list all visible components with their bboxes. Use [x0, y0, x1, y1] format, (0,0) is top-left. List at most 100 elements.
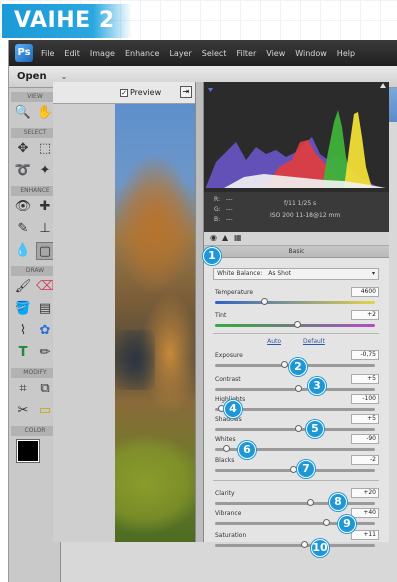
toolbox-section-enhance: ENHANCE — [11, 186, 59, 196]
tint-label: Tint — [215, 312, 227, 319]
iso-info: ISO 200 11-18@12 mm — [270, 212, 341, 219]
brush-enhance-icon[interactable]: ✎ — [14, 220, 32, 238]
camera-calibration-icon[interactable]: ▦ — [234, 233, 242, 242]
gradient-icon[interactable]: ▤ — [36, 300, 54, 318]
recompose-icon[interactable]: ⧉ — [36, 380, 54, 398]
menu-enhance[interactable]: Enhance — [125, 49, 160, 58]
photo-shadow — [115, 330, 155, 390]
r-value: --- — [226, 196, 233, 203]
temperature-slider-row: Temperature 4600 — [213, 287, 379, 311]
lasso-icon[interactable]: ➰ — [14, 162, 32, 180]
eye-icon[interactable]: 👁 — [14, 198, 32, 216]
saturation-slider-track[interactable] — [215, 544, 375, 547]
blur-icon[interactable]: 💧 — [14, 242, 32, 260]
step-badge-3: 3 — [308, 377, 326, 395]
clarity-value-field[interactable]: +20 — [351, 488, 379, 498]
pencil-icon[interactable]: ✏ — [36, 344, 54, 362]
tint-slider-thumb[interactable] — [293, 321, 301, 328]
toolbox-section-modify: MODIFY — [11, 368, 59, 378]
blacks-label: Blacks — [215, 457, 235, 464]
eyedropper-icon[interactable]: ⌇ — [14, 322, 32, 340]
marquee-icon[interactable]: ⬚ — [36, 140, 54, 158]
preview-margin — [53, 104, 115, 542]
b-value: --- — [226, 216, 233, 223]
menu-window[interactable]: Window — [295, 49, 327, 58]
panel-divider[interactable] — [195, 82, 204, 542]
photo-preview — [115, 104, 195, 542]
white-balance-label: White Balance: — [217, 270, 263, 277]
toolbox-section-select: SELECT — [11, 128, 59, 138]
brush-icon[interactable]: 🖌 — [14, 278, 32, 296]
shape-icon[interactable]: ✿ — [36, 322, 54, 340]
saturation-value-field[interactable]: +11 — [351, 530, 379, 540]
separator — [213, 480, 379, 481]
open-button[interactable]: Open — [17, 71, 47, 82]
magic-wand-icon[interactable]: ✦ — [36, 162, 54, 180]
preview-checkbox[interactable]: ✓ Preview — [120, 88, 180, 100]
step-badge-7: 7 — [297, 460, 315, 478]
step-badge-4: 4 — [224, 400, 242, 418]
content-move-icon[interactable]: ✂ — [14, 402, 32, 420]
white-balance-value: As Shot — [268, 270, 292, 277]
tint-value-field[interactable]: +2 — [351, 310, 379, 320]
vibrance-slider-thumb[interactable] — [322, 519, 330, 526]
toolbox-section-color: COLOR — [11, 426, 59, 436]
step-badge-1: 1 — [203, 247, 221, 265]
default-link[interactable]: Default — [303, 338, 325, 345]
sponge-icon[interactable]: ▢ — [36, 242, 54, 260]
blacks-value-field[interactable]: -2 — [351, 455, 379, 465]
auto-link[interactable]: Auto — [267, 338, 281, 345]
paint-bucket-icon[interactable]: 🪣 — [14, 300, 32, 318]
g-value: --- — [226, 206, 233, 213]
step-badge-10: 10 — [311, 539, 329, 557]
white-balance-select[interactable]: White Balance: As Shot ▾ — [213, 268, 379, 280]
highlights-value-field[interactable]: -100 — [351, 394, 379, 404]
spot-healing-icon[interactable]: ✚ — [36, 198, 54, 216]
menu-image[interactable]: Image — [90, 49, 115, 58]
clarity-slider-track[interactable] — [215, 502, 375, 505]
crop-icon[interactable]: ⌗ — [14, 380, 32, 398]
exposure-value-field[interactable]: -0,75 — [351, 350, 379, 360]
stamp-icon[interactable]: ⊥ — [36, 220, 54, 238]
chevron-down-icon: ▾ — [371, 270, 375, 277]
menu-view[interactable]: View — [266, 49, 285, 58]
menu-filter[interactable]: Filter — [236, 49, 256, 58]
step-label: VAIHE 2 — [2, 4, 132, 38]
exposure-info: f/11 1/25 s — [284, 200, 317, 207]
contrast-value-field[interactable]: +5 — [351, 374, 379, 384]
toolbox-section-draw: DRAW — [11, 266, 59, 276]
g-label: G: — [214, 206, 221, 213]
b-label: B: — [214, 216, 221, 223]
chevron-down-icon[interactable]: ⌄ — [61, 72, 68, 81]
blacks-slider-row: Blacks -2 — [213, 455, 379, 479]
temperature-value-field[interactable]: 4600 — [351, 287, 379, 297]
clarity-label: Clarity — [215, 490, 235, 497]
move-icon[interactable]: ✥ — [14, 140, 32, 158]
menu-help[interactable]: Help — [337, 49, 355, 58]
menu-edit[interactable]: Edit — [64, 49, 80, 58]
zoom-icon[interactable]: 🔍 — [14, 104, 32, 122]
straighten-icon[interactable]: ▭ — [36, 402, 54, 420]
whites-slider-thumb[interactable] — [222, 445, 230, 452]
type-icon[interactable]: T — [14, 344, 32, 362]
menu-select[interactable]: Select — [202, 49, 227, 58]
vibrance-value-field[interactable]: +40 — [351, 508, 379, 518]
shadows-value-field[interactable]: +5 — [351, 414, 379, 424]
temperature-slider-track[interactable] — [215, 301, 375, 304]
menu-file[interactable]: File — [41, 49, 54, 58]
step-badge-6: 6 — [238, 441, 256, 459]
menu-layer[interactable]: Layer — [169, 49, 191, 58]
basic-panel-icon[interactable]: ◉ — [210, 233, 217, 242]
foreground-color-swatch[interactable] — [16, 439, 40, 463]
temperature-label: Temperature — [215, 289, 254, 296]
step-badge-5: 5 — [306, 420, 324, 438]
fullscreen-icon[interactable]: ⇥ — [180, 86, 192, 98]
detail-panel-icon[interactable]: ▲ — [222, 233, 228, 242]
whites-value-field[interactable]: -90 — [351, 434, 379, 444]
checkbox-icon[interactable]: ✓ — [120, 88, 128, 97]
tint-slider-row: Tint +2 — [213, 310, 379, 334]
contrast-label: Contrast — [215, 376, 241, 383]
eraser-icon[interactable]: ⌫ — [36, 278, 54, 296]
panel-tab-icons: ◉ ▲ ▦ — [204, 232, 389, 246]
hand-icon[interactable]: ✋ — [36, 104, 54, 122]
